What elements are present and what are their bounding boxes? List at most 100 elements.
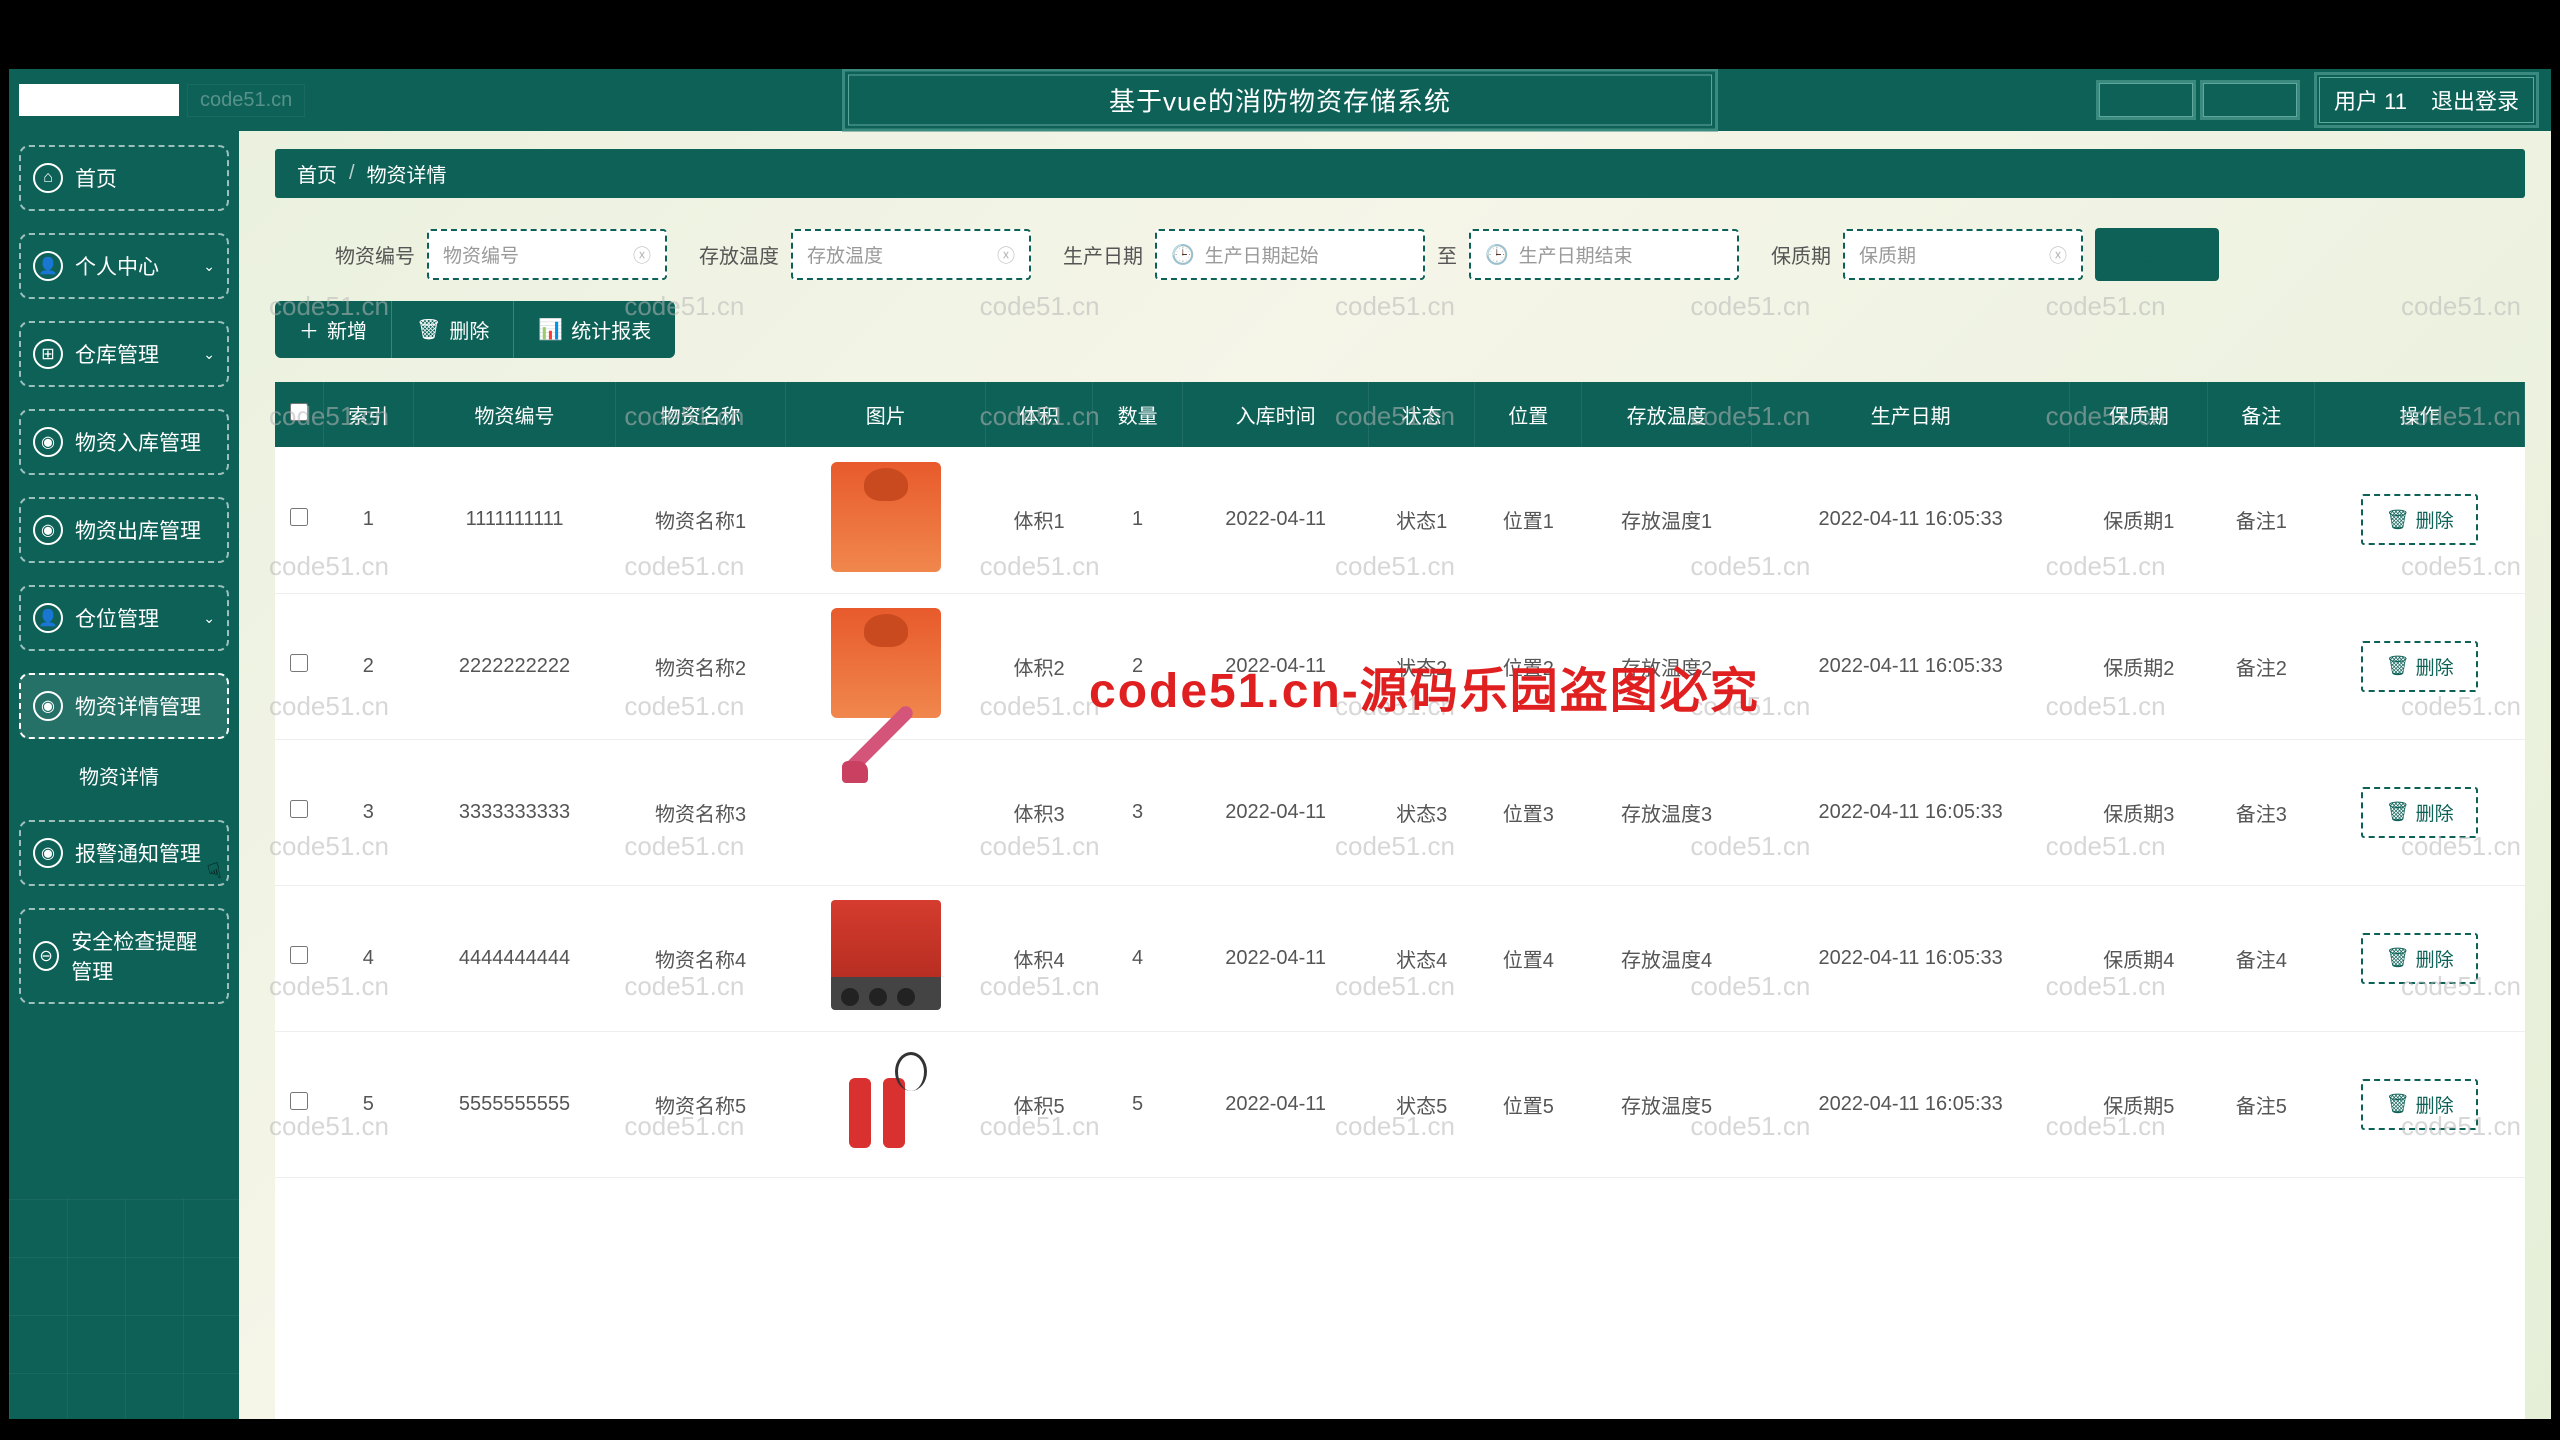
user-label[interactable]: 用户 11 — [2334, 84, 2407, 116]
col-header: 备注 — [2208, 382, 2315, 447]
cell-volume: 体积3 — [986, 739, 1093, 885]
cell-intime: 2022-04-11 — [1183, 739, 1369, 885]
sidebar-item-4[interactable]: ◉物资出库管理 — [19, 497, 229, 563]
cell-status: 状态5 — [1368, 1031, 1475, 1177]
add-button[interactable]: ＋ 新增 — [275, 301, 392, 358]
cell-note: 备注4 — [2208, 885, 2315, 1031]
filter-date-start-input[interactable]: 🕒生产日期起始 — [1155, 229, 1425, 280]
clear-icon[interactable]: ⓧ — [997, 242, 1015, 268]
sidebar-item-3[interactable]: ◉物资入库管理 — [19, 409, 229, 475]
nav-label: 首页 — [75, 163, 117, 193]
clear-icon[interactable]: ⓧ — [2049, 242, 2067, 268]
cell-index: 4 — [323, 885, 414, 1031]
cell-intime: 2022-04-11 — [1183, 885, 1369, 1031]
cell-name: 物资名称4 — [616, 885, 786, 1031]
cell-image — [786, 885, 986, 1031]
sidebar-item-6[interactable]: ◉物资详情管理 — [19, 673, 229, 739]
row-delete-button[interactable]: 🗑删除 — [2361, 641, 2477, 692]
cell-intime: 2022-04-11 — [1183, 593, 1369, 739]
nav-label: 物资详情管理 — [75, 691, 201, 721]
plus-icon: ＋ — [299, 315, 319, 344]
nav-label: 安全检查提醒管理 — [71, 926, 215, 986]
cell-code: 2222222222 — [414, 593, 616, 739]
cell-code: 4444444444 — [414, 885, 616, 1031]
cell-name: 物资名称2 — [616, 593, 786, 739]
delete-button[interactable]: 🗑 删除 — [392, 301, 514, 358]
sidebar-item-2[interactable]: ⊞仓库管理⌄ — [19, 321, 229, 387]
col-header: 保质期 — [2070, 382, 2208, 447]
col-header: 存放温度 — [1582, 382, 1752, 447]
row-delete-button[interactable]: 🗑删除 — [2361, 787, 2477, 838]
sidebar-item-8[interactable]: ⊖安全检查提醒管理 — [19, 908, 229, 1004]
select-all-checkbox[interactable] — [290, 403, 308, 421]
cell-image — [786, 739, 986, 885]
sidebar-item-5[interactable]: 👤仓位管理⌄ — [19, 585, 229, 651]
cell-volume: 体积4 — [986, 885, 1093, 1031]
col-header: 生产日期 — [1752, 382, 2070, 447]
table-row: 2 2222222222 物资名称2 体积2 2 2022-04-11 状态2 … — [275, 593, 2525, 739]
cell-warranty: 保质期2 — [2070, 593, 2208, 739]
cell-name: 物资名称1 — [616, 447, 786, 593]
breadcrumb-current: 物资详情 — [367, 159, 447, 188]
sidebar-item-0[interactable]: ⌂ 首页 — [19, 145, 229, 211]
breadcrumb-home[interactable]: 首页 — [297, 159, 337, 188]
header-title-wrap: 基于vue的消防物资存储系统 — [842, 69, 1718, 132]
sidebar-sub-item[interactable]: 物资详情 — [19, 753, 229, 798]
cell-note: 备注1 — [2208, 447, 2315, 593]
cell-index: 2 — [323, 593, 414, 739]
row-checkbox[interactable] — [290, 800, 308, 818]
nav-icon: 👤 — [33, 603, 63, 633]
trash-icon: 🗑 — [2385, 1092, 2409, 1116]
row-delete-button[interactable]: 🗑删除 — [2361, 933, 2477, 984]
trash-icon: 🗑 — [416, 317, 441, 342]
table-row: 1 1111111111 物资名称1 体积1 1 2022-04-11 状态1 … — [275, 447, 2525, 593]
filter-bar: 物资编号 物资编号 ⓧ 存放温度 存放温度 ⓧ 生产日期 🕒生产日期起始 至 🕒… — [275, 228, 2525, 281]
cell-temp: 存放温度3 — [1582, 739, 1752, 885]
col-header: 物资编号 — [414, 382, 616, 447]
col-header: 状态 — [1368, 382, 1475, 447]
cell-index: 5 — [323, 1031, 414, 1177]
item-image — [831, 608, 941, 718]
report-button[interactable]: 📊 统计报表 — [514, 301, 675, 358]
item-image — [831, 1046, 941, 1156]
cell-position: 位置3 — [1475, 739, 1582, 885]
trash-icon: 🗑 — [2385, 800, 2409, 824]
filter-temp-input[interactable]: 存放温度 ⓧ — [791, 229, 1031, 280]
trash-icon: 🗑 — [2385, 654, 2409, 678]
sidebar-item-7[interactable]: ◉报警通知管理 — [19, 820, 229, 886]
cell-qty: 1 — [1092, 447, 1183, 593]
item-image — [831, 900, 941, 1010]
row-checkbox[interactable] — [290, 508, 308, 526]
logout-link[interactable]: 退出登录 — [2431, 84, 2519, 116]
trash-icon: 🗑 — [2385, 508, 2409, 532]
row-delete-button[interactable]: 🗑删除 — [2361, 494, 2477, 545]
nav-icon: ◉ — [33, 427, 63, 457]
cell-volume: 体积1 — [986, 447, 1093, 593]
filter-code-input[interactable]: 物资编号 ⓧ — [427, 229, 667, 280]
chevron-down-icon: ⌄ — [203, 346, 215, 363]
filter-date-end-input[interactable]: 🕒生产日期结束 — [1469, 229, 1739, 280]
cell-qty: 4 — [1092, 885, 1183, 1031]
filter-warranty-input[interactable]: 保质期 ⓧ — [1843, 229, 2083, 280]
cell-status: 状态2 — [1368, 593, 1475, 739]
cell-position: 位置4 — [1475, 885, 1582, 1031]
nav-icon: 👤 — [33, 251, 63, 281]
row-checkbox[interactable] — [290, 1092, 308, 1110]
row-checkbox[interactable] — [290, 654, 308, 672]
cell-image — [786, 447, 986, 593]
sidebar-item-1[interactable]: 👤个人中心⌄ — [19, 233, 229, 299]
col-header — [275, 382, 323, 447]
col-header: 入库时间 — [1183, 382, 1369, 447]
cell-qty: 5 — [1092, 1031, 1183, 1177]
col-header: 体积 — [986, 382, 1093, 447]
item-image — [831, 754, 941, 864]
row-delete-button[interactable]: 🗑删除 — [2361, 1079, 2477, 1130]
data-table: 索引物资编号物资名称图片体积数量入库时间状态位置存放温度生产日期保质期备注操作 … — [275, 382, 2525, 1419]
cell-volume: 体积2 — [986, 593, 1093, 739]
row-checkbox[interactable] — [290, 946, 308, 964]
search-button[interactable]: 查询 — [2095, 228, 2219, 281]
header-left-placeholder — [19, 84, 179, 116]
cell-position: 位置2 — [1475, 593, 1582, 739]
nav-icon: ⌂ — [33, 163, 63, 193]
clear-icon[interactable]: ⓧ — [633, 242, 651, 268]
